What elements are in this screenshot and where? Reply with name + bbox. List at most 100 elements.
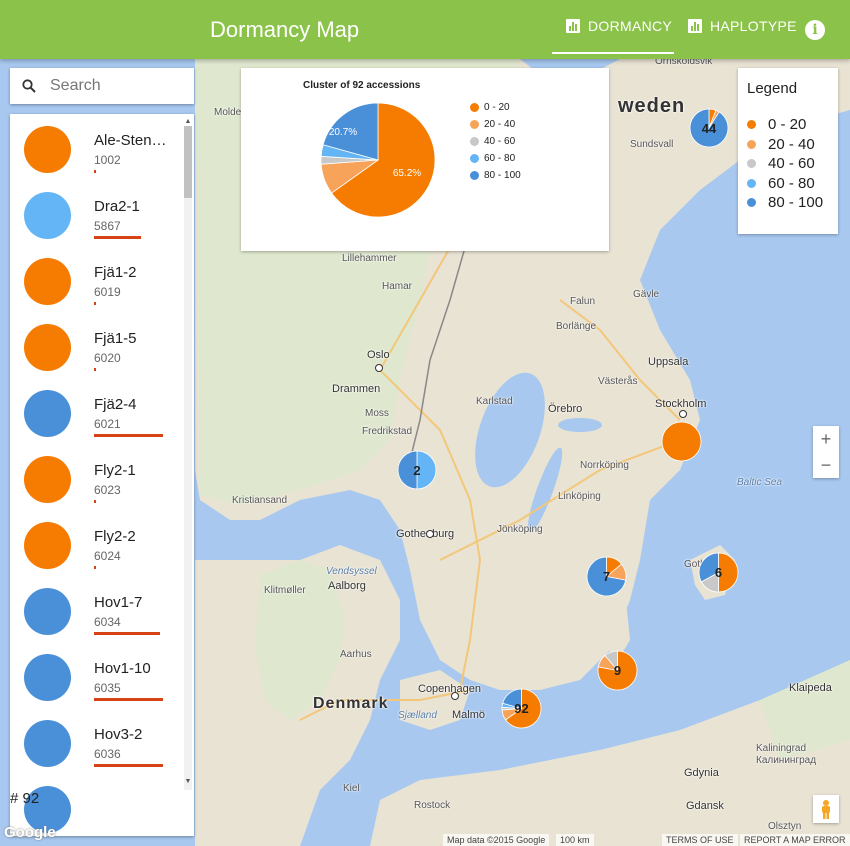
list-item[interactable]: Hov3-2 6036 — [10, 712, 186, 778]
list-scrollbar[interactable] — [184, 126, 192, 790]
info-icon[interactable]: i — [805, 20, 825, 40]
search-icon — [22, 79, 36, 93]
chart-legend-label: 20 - 40 — [484, 119, 516, 130]
place-label: Gävle — [633, 289, 660, 300]
dormancy-bar — [94, 236, 141, 239]
list-item[interactable]: Fly2-2 6024 — [10, 514, 186, 580]
dormancy-bar — [94, 302, 96, 305]
list-item[interactable]: Hov1-10 6035 — [10, 646, 186, 712]
terms-link[interactable]: TERMS OF USE — [662, 834, 738, 846]
place-label: Kaliningrad — [756, 743, 807, 754]
place-label: Klitmøller — [264, 585, 306, 596]
cluster-count — [661, 421, 702, 462]
legend-item: 80 - 100 — [747, 194, 823, 211]
chart-legend-item: 60 - 80 — [470, 153, 515, 164]
place-label: Gdynia — [684, 767, 719, 779]
zoom-out-button[interactable]: − — [813, 452, 839, 478]
place-label: Olsztyn — [768, 821, 802, 832]
legend-swatch — [470, 171, 479, 180]
legend-item: 40 - 60 — [747, 155, 815, 172]
place-label: Molde — [214, 107, 242, 118]
tab-haplotype[interactable]: HAPLOTYPE — [688, 0, 797, 52]
chart-legend-label: 80 - 100 — [484, 170, 521, 181]
accession-avatar — [24, 324, 71, 371]
cluster-marker[interactable]: 44 — [689, 108, 729, 148]
list-item[interactable]: Fjä1-2 6019 — [10, 250, 186, 316]
accession-name: Fly2-2 — [94, 528, 136, 545]
legend-swatch — [470, 120, 479, 129]
search-input[interactable] — [48, 76, 182, 96]
cluster-marker[interactable]: 7 — [586, 556, 627, 597]
bar-chart-icon — [688, 19, 702, 33]
place-label: Örebro — [548, 403, 583, 415]
place-label: Rostock — [414, 800, 451, 811]
report-map-error-link[interactable]: REPORT A MAP ERROR — [740, 834, 850, 846]
place-label: Karlstad — [476, 396, 513, 407]
legend-swatch — [747, 120, 756, 129]
accession-name: Fly2-1 — [94, 462, 136, 479]
zoom-in-button[interactable]: + — [813, 426, 839, 452]
sea-label: Baltic Sea — [737, 477, 783, 488]
list-item[interactable]: Ale-Stenar... 1002 — [10, 118, 186, 184]
scrollbar-thumb[interactable] — [184, 126, 192, 198]
app-header: Dormancy Map DORMANCY HAPLOTYPE i — [0, 0, 850, 59]
accession-name: Fjä1-5 — [94, 330, 137, 347]
dormancy-bar — [94, 632, 160, 635]
cluster-marker[interactable]: 92 — [501, 688, 542, 729]
list-item[interactable]: Fly2-1 6023 — [10, 448, 186, 514]
place-label: Copenhagen — [418, 683, 482, 695]
accession-avatar — [24, 258, 71, 305]
cluster-marker[interactable]: 2 — [397, 450, 437, 490]
dormancy-bar — [94, 698, 163, 701]
place-label: Linköping — [558, 491, 601, 502]
list-item[interactable]: Dra2-1 5867 — [10, 184, 186, 250]
legend-title: Legend — [747, 80, 798, 97]
list-item[interactable]: Fjä1-5 6020 — [10, 316, 186, 382]
cluster-count: 6 — [714, 565, 723, 580]
legend-label: 60 - 80 — [768, 174, 815, 192]
cluster-marker[interactable]: 9 — [597, 650, 638, 691]
scroll-down-arrow-icon[interactable]: ▼ — [184, 778, 192, 785]
accession-avatar — [24, 522, 71, 569]
accession-list[interactable]: Ale-Stenar... 1002 Dra2-1 5867 Fjä1-2 6019 Fjä… — [10, 114, 194, 836]
legend-swatch — [747, 178, 756, 188]
chart-legend-item: 0 - 20 — [470, 102, 510, 113]
accession-avatar — [24, 390, 71, 437]
accession-id: 6021 — [94, 417, 121, 431]
scroll-up-arrow-icon[interactable]: ▲ — [184, 118, 192, 125]
accession-name: Ale-Stenar... — [94, 132, 174, 149]
city-marker — [451, 692, 459, 700]
list-item[interactable]: Fjä2-4 6021 — [10, 382, 186, 448]
legend-label: 0 - 20 — [768, 116, 807, 133]
place-label: Stockholm — [655, 398, 707, 410]
tab-dormancy[interactable]: DORMANCY — [552, 0, 674, 54]
cluster-marker[interactable] — [661, 421, 702, 462]
chart-legend-item: 20 - 40 — [470, 119, 515, 130]
pie-slice-label: 65.2% — [393, 168, 421, 179]
legend-swatch — [747, 198, 756, 207]
legend-item: 0 - 20 — [747, 116, 806, 133]
accession-name: Fjä1-2 — [94, 264, 137, 281]
legend-label: 40 - 60 — [768, 155, 815, 172]
place-label: Hamar — [382, 281, 413, 292]
legend-item: 60 - 80 — [747, 175, 815, 192]
map-scale: 100 km — [556, 834, 594, 846]
accession-id: 6035 — [94, 681, 121, 695]
legend-label: 80 - 100 — [768, 194, 824, 211]
street-view-pegman-icon[interactable] — [813, 795, 839, 823]
dormancy-bar — [94, 764, 163, 767]
google-logo[interactable]: Google — [4, 824, 56, 841]
accession-avatar — [24, 456, 71, 503]
legend-swatch — [747, 139, 756, 149]
place-label: Västerås — [598, 376, 638, 387]
city-marker — [375, 364, 383, 372]
legend-label: 20 - 40 — [768, 135, 815, 153]
country-label: Denmark — [313, 695, 389, 712]
dormancy-bar — [94, 566, 96, 569]
cluster-count: 44 — [701, 120, 717, 136]
chart-legend-item: 80 - 100 — [470, 170, 521, 181]
map-attribution: Map data ©2015 Google — [443, 834, 550, 846]
legend-item: 20 - 40 — [747, 136, 815, 153]
list-item[interactable]: Hov1-7 6034 — [10, 580, 186, 646]
cluster-marker[interactable]: 6 — [698, 552, 739, 593]
